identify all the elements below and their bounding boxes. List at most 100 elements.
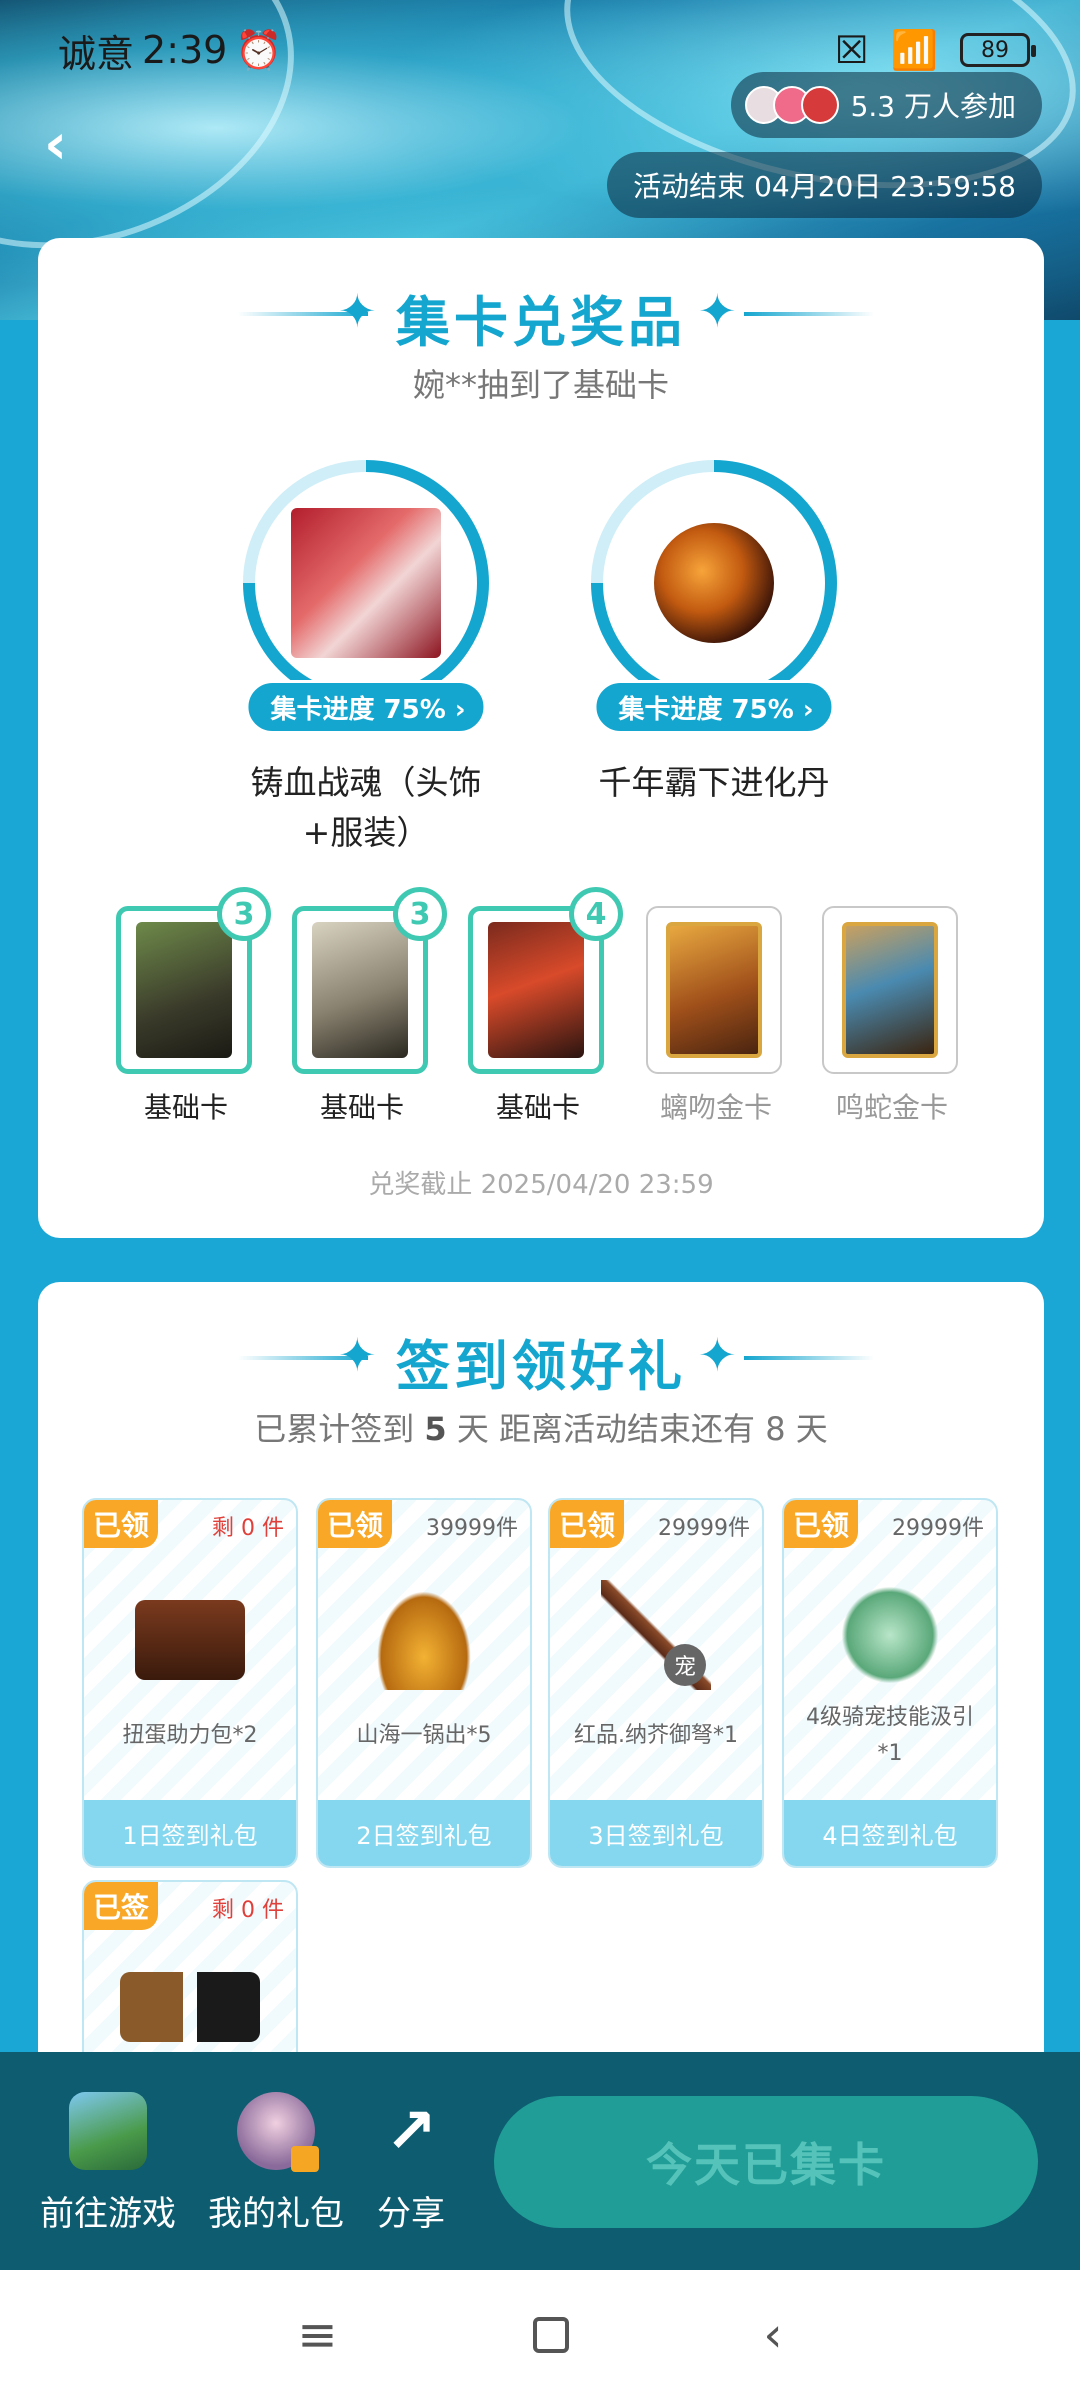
wifi-icon: 📶 <box>890 27 938 72</box>
gift-name: 山海一锅出*5 <box>356 1723 492 1748</box>
jade-seal-icon <box>835 1580 945 1690</box>
my-gifts-button[interactable]: 我的礼包 <box>208 2092 344 2235</box>
activity-end-time: 活动结束 04月20日 23:59:58 <box>607 152 1042 218</box>
progress-label: 集卡进度 75% <box>270 695 446 725</box>
card-count-badge: 3 <box>393 887 447 941</box>
signin-gift-card[interactable]: 已领 29999件 宠 红品.纳芥御弩*1 3日签到礼包 <box>548 1498 764 1868</box>
card-art <box>488 922 584 1058</box>
gift-footer: 4日签到礼包 <box>784 1800 996 1866</box>
claimed-tag: 已领 <box>784 1500 858 1548</box>
section-title: 集卡兑奖品 <box>396 291 686 354</box>
system-nav-bar: ≡ ‹ <box>0 2270 1080 2400</box>
sim-icon: ☒ <box>834 28 869 72</box>
treasure-chest-icon <box>120 1972 260 2042</box>
back-icon[interactable]: ‹ <box>763 2307 782 2363</box>
carrier-text: 诚意 <box>58 31 135 76</box>
bottom-action-bar: 前往游戏 我的礼包 ↗ 分享 今天已集卡 <box>0 2052 1080 2270</box>
claimed-tag: 已领 <box>318 1500 392 1548</box>
gift-avatar-icon <box>237 2092 319 2172</box>
pet-badge: 宠 <box>664 1644 706 1686</box>
claimed-tag: 已领 <box>550 1500 624 1548</box>
battery-icon: 89 <box>960 33 1036 67</box>
gift-name: 红品.纳芥御弩*1 <box>574 1723 738 1748</box>
chevron-right-icon: › <box>454 695 466 725</box>
my-gifts-label: 我的礼包 <box>208 2194 344 2234</box>
share-label: 分享 <box>377 2194 445 2234</box>
sparkle-icon: ✦ <box>698 284 737 338</box>
back-arrow-icon[interactable]: ‹ <box>44 115 104 175</box>
game-app-icon <box>69 2092 147 2170</box>
avatar <box>800 86 839 124</box>
collect-card[interactable]: 4 基础卡 <box>468 887 623 1126</box>
card-name: 基础卡 <box>143 1091 228 1124</box>
gift-stock: 39999件 <box>426 1516 518 1541</box>
gachapon-pack-icon <box>135 1600 245 1680</box>
prize-item[interactable]: 集卡进度 75% › 铸血战魂（头饰 +服装） <box>236 460 496 858</box>
prize-name: 千年霸下进化丹 <box>584 758 844 808</box>
collect-card[interactable]: 3 基础卡 <box>116 887 271 1126</box>
title-deco-line <box>744 312 874 316</box>
prize-item[interactable]: 集卡进度 75% › 千年霸下进化丹 <box>584 460 844 808</box>
prize-name-line: 铸血战魂（头饰 <box>250 763 482 802</box>
gift-stock: 剩 0 件 <box>212 1516 284 1541</box>
gift-footer: 3日签到礼包 <box>550 1800 762 1866</box>
gift-stock: 29999件 <box>658 1516 750 1541</box>
card-art <box>666 922 762 1058</box>
card-art <box>136 922 232 1058</box>
section-title: 签到领好礼 <box>396 1335 686 1398</box>
signin-days: 5 <box>424 1410 447 1448</box>
remaining-days: 8 <box>765 1410 786 1448</box>
prize-name-line: 千年霸下进化丹 <box>598 763 830 802</box>
signin-gift-card[interactable]: 已领 29999件 4级骑宠技能汲引*1 4日签到礼包 <box>782 1498 998 1868</box>
signin-gift-card[interactable]: 已领 39999件 山海一锅出*5 2日签到礼包 <box>316 1498 532 1868</box>
collect-cards-section: ✦ 集卡兑奖品 ✦ 婉**抽到了基础卡 集卡进度 75% › 铸血战魂（头饰 +… <box>38 238 1044 1238</box>
collect-card[interactable]: 3 基础卡 <box>292 887 447 1126</box>
chevron-right-icon: › <box>802 695 814 725</box>
signin-summary: 已累计签到 5 天 距离活动结束还有 8 天 <box>38 1404 1044 1450</box>
collect-card[interactable]: 螭吻金卡 <box>646 906 786 1126</box>
signin-gift-card[interactable]: 已领 剩 0 件 扭蛋助力包*2 1日签到礼包 <box>82 1498 298 1868</box>
share-button[interactable]: ↗ 分享 <box>372 2092 450 2235</box>
card-count-badge: 3 <box>217 887 271 941</box>
title-deco-line <box>744 1356 874 1360</box>
progress-label: 集卡进度 75% <box>618 695 794 725</box>
card-name: 基础卡 <box>495 1091 580 1124</box>
collect-card[interactable]: 鸣蛇金卡 <box>822 906 962 1126</box>
menu-icon[interactable]: ≡ <box>297 2307 337 2363</box>
gift-stock: 剩 0 件 <box>212 1898 284 1923</box>
gift-footer: 2日签到礼包 <box>318 1800 530 1866</box>
participants-count: 5.3 万人参加 <box>850 90 1016 123</box>
progress-ring <box>591 460 837 706</box>
prize-name: 铸血战魂（头饰 +服装） <box>236 758 496 858</box>
sparkle-icon: ✦ <box>698 1328 737 1382</box>
summary-text: 已累计签到 <box>254 1410 415 1448</box>
prize-name-line: +服装） <box>302 813 430 852</box>
gift-name: 4级骑宠技能汲引*1 <box>806 1705 974 1766</box>
progress-ring <box>243 460 489 706</box>
card-art <box>842 922 938 1058</box>
progress-button[interactable]: 集卡进度 75% › <box>593 680 835 734</box>
draw-ticker: 婉**抽到了基础卡 <box>412 366 669 404</box>
gift-footer: 1日签到礼包 <box>84 1800 296 1866</box>
prize-image <box>291 508 441 658</box>
hotpot-icon <box>369 1580 479 1690</box>
gift-name: 扭蛋助力包*2 <box>122 1723 258 1748</box>
summary-text: 天 <box>795 1410 828 1448</box>
collect-today-button[interactable]: 今天已集卡 <box>494 2096 1038 2228</box>
clock: 2:39 <box>142 28 228 72</box>
summary-text: 天 距离活动结束还有 <box>456 1410 756 1448</box>
share-icon: ↗ <box>385 2094 437 2167</box>
card-name: 基础卡 <box>319 1091 404 1124</box>
prize-image <box>654 523 774 643</box>
go-to-game-button[interactable]: 前往游戏 <box>40 2092 176 2235</box>
progress-button[interactable]: 集卡进度 75% › <box>245 680 487 734</box>
alarm-icon: ⏰ <box>235 27 283 72</box>
home-icon[interactable] <box>532 2317 569 2353</box>
participants-badge: 5.3 万人参加 <box>730 72 1042 138</box>
gift-stock: 29999件 <box>892 1516 984 1541</box>
card-count-badge: 4 <box>569 887 623 941</box>
redeem-deadline: 兑奖截止 2025/04/20 23:59 <box>368 1170 714 1200</box>
card-name: 螭吻金卡 <box>659 1091 772 1124</box>
avatar-stack <box>744 86 839 124</box>
signin-section: ✦ 签到领好礼 ✦ 已累计签到 5 天 距离活动结束还有 8 天 已领 剩 0 … <box>38 1282 1044 2250</box>
